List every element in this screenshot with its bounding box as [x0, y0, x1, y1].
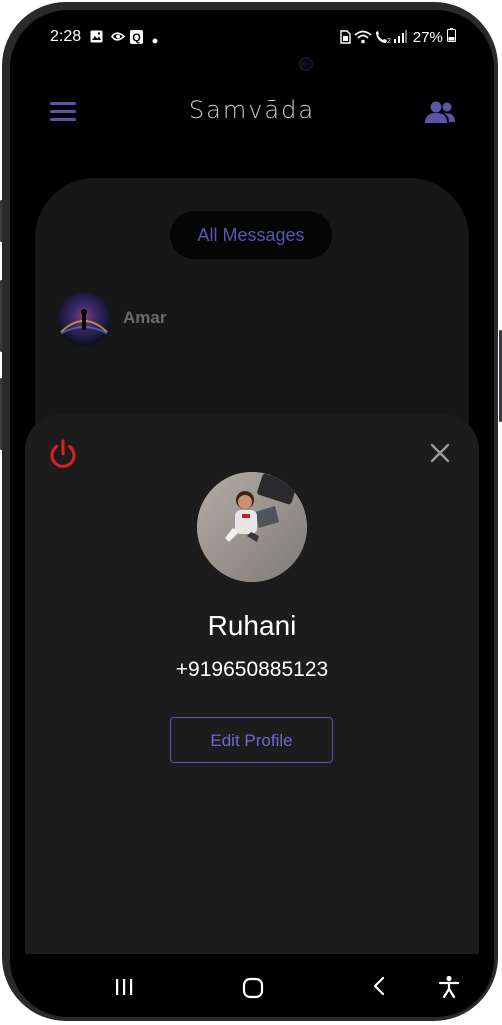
- wifi-icon: [354, 30, 372, 47]
- status-bar: 2:28 Q 2 27%: [10, 10, 494, 60]
- profile-phone-number: +919650885123: [175, 658, 329, 681]
- sim-icon: [340, 30, 351, 47]
- app-bar: Samvāda: [10, 80, 494, 140]
- back-icon[interactable]: [372, 976, 386, 1001]
- chat-avatar: [57, 292, 111, 346]
- q-app-icon: Q: [130, 30, 143, 47]
- screen: 2:28 Q 2 27% Samvāda All Messages Amar R…: [10, 10, 494, 1017]
- dot-icon: [152, 32, 158, 47]
- recent-apps-icon[interactable]: [114, 978, 134, 1001]
- app-title: Samvāda: [188, 96, 316, 124]
- all-messages-filter[interactable]: All Messages: [170, 211, 332, 259]
- battery-level: 27%: [413, 28, 456, 46]
- battery-icon: [447, 28, 456, 42]
- svg-text:Q: Q: [132, 32, 141, 44]
- phone-device: 2:28 Q 2 27% Samvāda All Messages Amar R…: [0, 0, 502, 1025]
- gallery-icon: [90, 30, 103, 46]
- phone-frame: 2:28 Q 2 27% Samvāda All Messages Amar R…: [2, 2, 498, 1021]
- home-icon[interactable]: [242, 977, 264, 1004]
- front-camera: [299, 57, 313, 71]
- profile-sheet: Ruhani +919650885123 Edit Profile: [25, 414, 479, 954]
- status-time: 2:28: [50, 28, 82, 45]
- system-nav-bar: [10, 954, 494, 1017]
- chat-list-item[interactable]: Amar: [57, 292, 357, 348]
- edit-profile-button[interactable]: Edit Profile: [170, 717, 333, 763]
- chat-contact-name: Amar: [123, 308, 167, 327]
- power-icon[interactable]: [47, 438, 79, 475]
- svg-text:2: 2: [387, 38, 391, 44]
- signal-icon: [393, 30, 407, 46]
- contacts-group-icon[interactable]: [424, 100, 456, 129]
- accessibility-icon[interactable]: [438, 975, 460, 1004]
- volte-call-icon: 2: [374, 30, 392, 47]
- profile-name: Ruhani: [207, 610, 297, 641]
- bluetooth-icon: [110, 30, 126, 46]
- close-icon[interactable]: [429, 442, 451, 469]
- profile-avatar[interactable]: [197, 472, 307, 582]
